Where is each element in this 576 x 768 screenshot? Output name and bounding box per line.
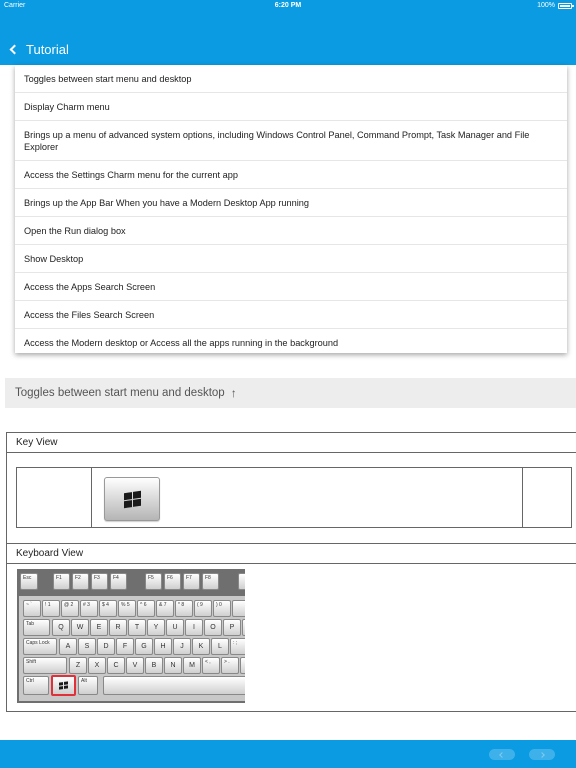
key-d: D — [97, 638, 115, 655]
key-y: Y — [147, 619, 165, 636]
dropdown-item[interactable]: Display Charm menu — [15, 93, 567, 121]
battery-percent: 100% — [537, 2, 555, 9]
key-esc: Esc — [20, 573, 38, 590]
key-3: # 3 — [80, 600, 98, 617]
dropdown-item[interactable]: Toggles between start menu and desktop — [15, 65, 567, 93]
key-f9 — [238, 573, 245, 590]
key-f7: F7 — [183, 573, 200, 590]
key-s: S — [78, 638, 96, 655]
key-6: ^ 6 — [137, 600, 155, 617]
key-view-header: Key View — [7, 433, 576, 453]
key-f1: F1 — [53, 573, 70, 590]
clock: 6:20 PM — [274, 2, 302, 9]
bottom-toolbar — [0, 740, 576, 768]
key-ctrl: Ctrl — [23, 676, 49, 695]
key-m: M — [183, 657, 201, 674]
key-x: X — [88, 657, 106, 674]
back-button[interactable]: Tutorial — [8, 42, 69, 57]
key-i: I — [185, 619, 203, 636]
key-q: Q — [52, 619, 70, 636]
key-4: $ 4 — [99, 600, 117, 617]
keyboard-image: Esc F1 F2 F3 F4 F5 F6 F7 F8 ~ ` ! 1 @ 2 … — [17, 569, 245, 703]
key-alt: Alt — [78, 676, 98, 695]
key-1: ! 1 — [42, 600, 60, 617]
key-8: * 8 — [175, 600, 193, 617]
back-button-label: Tutorial — [26, 42, 69, 57]
next-page-button[interactable] — [529, 749, 555, 760]
key-f6: F6 — [164, 573, 181, 590]
key-2: @ 2 — [61, 600, 79, 617]
key-space — [103, 676, 245, 695]
windows-key — [104, 477, 160, 521]
keyboard-view-header: Keyboard View — [7, 544, 576, 564]
key-f2: F2 — [72, 573, 89, 590]
key-e: E — [90, 619, 108, 636]
dropdown-item[interactable]: Access the Files Search Screen — [15, 301, 567, 329]
key-g: G — [135, 638, 153, 655]
key-9: ( 9 — [194, 600, 212, 617]
navigation-bar: Tutorial — [0, 12, 576, 65]
key-t: T — [128, 619, 146, 636]
selected-shortcut-selector[interactable]: Toggles between start menu and desktop ↑ — [5, 378, 576, 408]
key-h: H — [154, 638, 172, 655]
selected-shortcut-text: Toggles between start menu and desktop — [15, 387, 225, 399]
key-w: W — [71, 619, 89, 636]
shortcut-dropdown: Toggles between start menu and desktop D… — [15, 65, 567, 353]
key-v: V — [126, 657, 144, 674]
key-slash — [240, 657, 245, 674]
dropdown-item[interactable]: Show Desktop — [15, 245, 567, 273]
key-view-body — [7, 453, 576, 544]
key-j: J — [173, 638, 191, 655]
key-tilde: ~ ` — [23, 600, 41, 617]
key-f5: F5 — [145, 573, 162, 590]
key-c: C — [107, 657, 125, 674]
chevron-left-icon — [9, 44, 20, 55]
arrow-up-icon: ↑ — [230, 386, 237, 400]
key-0: ) 0 — [213, 600, 231, 617]
chevron-left-icon — [499, 751, 505, 758]
key-l: L — [211, 638, 229, 655]
key-5: % 5 — [118, 600, 136, 617]
chevron-right-icon — [539, 751, 545, 758]
battery-icon — [558, 2, 574, 9]
windows-logo-icon — [123, 490, 141, 508]
key-shift: Shift — [23, 657, 67, 674]
previous-page-button[interactable] — [489, 749, 515, 760]
dropdown-item[interactable]: Brings up the App Bar When you have a Mo… — [15, 189, 567, 217]
dropdown-item[interactable]: Access the Modern desktop or Access all … — [15, 329, 567, 353]
dropdown-item[interactable]: Access the Settings Charm menu for the c… — [15, 161, 567, 189]
key-view-grid — [16, 467, 572, 528]
key-view-cell-empty — [17, 468, 92, 527]
key-period: > . — [221, 657, 239, 674]
dropdown-item[interactable]: Access the Apps Search Screen — [15, 273, 567, 301]
key-f8: F8 — [202, 573, 219, 590]
key-f4: F4 — [110, 573, 127, 590]
key-k: K — [192, 638, 210, 655]
key-b: B — [145, 657, 163, 674]
key-f3: F3 — [91, 573, 108, 590]
key-comma: < , — [202, 657, 220, 674]
key-p: P — [223, 619, 241, 636]
status-bar: Carrier 6:20 PM 100% — [0, 0, 576, 12]
key-n: N — [164, 657, 182, 674]
shortcut-detail-table: Key View Keyboard View Esc F1 F2 F3 F4 F… — [6, 432, 576, 712]
key-f: F — [116, 638, 134, 655]
dropdown-item[interactable]: Brings up a menu of advanced system opti… — [15, 121, 567, 161]
highlighted-windows-key — [51, 675, 76, 696]
key-minus — [232, 600, 245, 617]
key-tab: Tab — [23, 619, 50, 636]
key-u: U — [166, 619, 184, 636]
windows-logo-icon — [59, 681, 68, 690]
key-7: & 7 — [156, 600, 174, 617]
key-a: A — [59, 638, 77, 655]
key-view-cell-divider — [522, 468, 523, 527]
dropdown-item[interactable]: Open the Run dialog box — [15, 217, 567, 245]
key-o: O — [204, 619, 222, 636]
key-semicolon: : ; — [230, 638, 245, 655]
key-caps-lock: Caps Lock — [23, 638, 57, 655]
key-r: R — [109, 619, 127, 636]
battery-indicator: 100% — [537, 2, 574, 9]
key-bracket — [242, 619, 245, 636]
key-z: Z — [69, 657, 87, 674]
